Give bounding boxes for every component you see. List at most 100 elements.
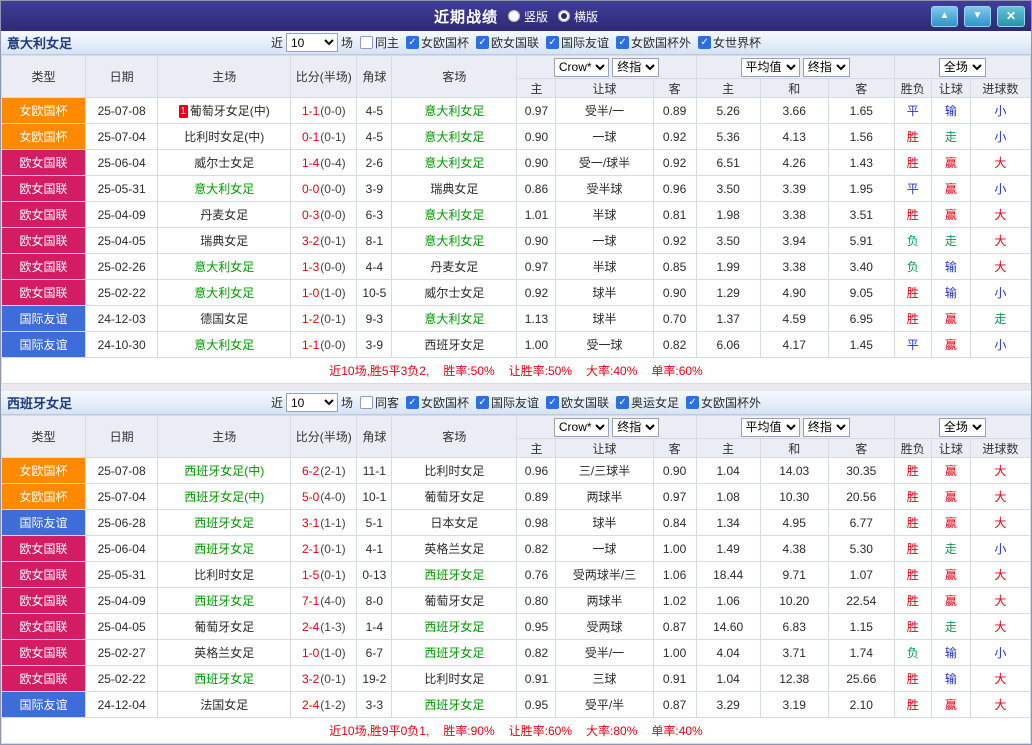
odds-provider-select[interactable]: Crow* [553,57,609,77]
score: 3-1(1-1) [290,509,358,536]
result-wdl: 胜 [893,665,932,692]
result-goals: 小 [969,639,1032,666]
checkbox-icon[interactable]: ✓ [546,396,560,409]
away-team: 意大利女足 [391,97,518,124]
sub-column-header: 让球 [930,438,971,458]
match-date: 25-05-31 [85,561,159,588]
checkbox-icon[interactable]: ✓ [405,36,419,49]
checkbox-icon[interactable]: ✓ [476,396,489,409]
checkbox-icon[interactable]: ✓ [686,396,700,409]
checkbox-icon[interactable]: ✓ [476,36,489,49]
scope-select[interactable]: 全场 [938,57,986,77]
odds-group-header: Crow* 终指 [516,55,697,79]
average-select[interactable]: 平均值 [740,57,800,77]
result-wdl: 胜 [893,483,932,510]
team-label: 西班牙女足 [424,338,485,352]
competition-filter[interactable]: ✓ 国际友谊 [476,394,539,411]
corner-score: 19-2 [356,665,393,692]
competition-filter[interactable]: ✓ 女欧国杯外 [616,34,691,51]
average-select[interactable]: 平均值 [740,417,800,437]
handicap: 球半 [555,509,654,536]
handicap: 一球 [555,227,654,254]
match-row: 女欧国杯 25-07-04 西班牙女足(中) 5-0(4-0) 10-1 葡萄牙… [0,483,1032,510]
column-header: 角球 [356,55,393,98]
result-handicap: 走 [930,123,971,150]
match-row: 欧女国联 25-05-31 比利时女足 1-5(0-1) 0-13 西班牙女足 … [0,561,1032,588]
team-label: 葡萄牙女足 [424,594,485,608]
competition-filter[interactable]: ✓ 国际友谊 [546,34,609,51]
odds-home: 0.90 [516,227,557,254]
match-type-badge: 女欧国杯 [0,123,87,150]
score: 3-2(0-1) [290,227,358,254]
avg-home: 4.04 [695,639,761,666]
away-team: 西班牙女足 [391,561,518,588]
corner-score: 3-3 [356,691,393,718]
checkbox-icon[interactable]: ✓ [616,36,630,49]
match-count-select[interactable]: 10 [285,393,338,412]
filter-bar: 近 10 场 同主 ✓ 女欧国杯 ✓ 欧女国联 ✓ 国际友谊 ✓ 女欧国杯外 ✓ 女世界杯 [271,33,761,52]
results-table: 类型 日期 主场 比分(半场) 角球 客场 Crow* 终指 平均值 终指 全场 主让球客… [0,415,1032,744]
home-team: 比利时女足 [157,561,292,588]
scope-select[interactable]: 全场 [938,417,986,437]
competition-filter[interactable]: ✓ 女世界杯 [698,34,761,51]
close-button[interactable]: ✕ [997,5,1025,27]
match-date: 25-07-08 [85,457,159,484]
home-team: 1 葡萄牙女足(中) [157,97,292,124]
team-label: 英格兰女足 [194,646,255,660]
move-down-button[interactable]: ▼ [964,5,991,27]
competition-filter[interactable]: ✓ 女欧国杯 [405,394,469,411]
checkbox-icon[interactable]: ✓ [698,36,712,49]
match-row: 国际友谊 24-12-04 法国女足 2-4(1-2) 3-3 西班牙女足 0.… [0,691,1032,718]
odds-stage-select[interactable]: 终指 [612,57,660,77]
competition-filter[interactable]: ✓ 欧女国联 [476,34,539,51]
move-up-button[interactable]: ▲ [931,5,958,27]
column-header: 主场 [157,415,292,458]
avg-draw: 3.94 [759,227,829,254]
radio-icon[interactable] [507,10,520,22]
layout-radio-horizontal[interactable]: 横版 [558,8,598,25]
result-handicap: 赢 [930,561,971,588]
home-team: 英格兰女足 [157,639,292,666]
competition-filter[interactable]: ✓ 女欧国杯 [405,34,469,51]
summary-segment: 让胜率:60% [508,724,573,738]
checkbox-icon[interactable]: ✓ [405,396,419,409]
corner-score: 10-5 [356,279,393,306]
avg-away: 1.45 [827,331,895,358]
checkbox-icon[interactable] [359,36,373,49]
corner-score: 11-1 [356,457,393,484]
avg-draw: 6.83 [759,613,829,640]
corner-score: 10-1 [356,483,393,510]
match-row: 欧女国联 25-06-04 西班牙女足 2-1(0-1) 4-1 英格兰女足 0… [0,535,1032,562]
layout-radio-vertical[interactable]: 竖版 [507,8,548,25]
match-row: 欧女国联 25-04-05 瑞典女足 3-2(0-1) 8-1 意大利女足 0.… [0,227,1032,254]
competition-filter[interactable]: ✓ 欧女国联 [546,394,609,411]
home-team: 西班牙女足 [157,587,292,614]
competition-filter[interactable]: ✓ 奥运女足 [616,394,679,411]
radio-icon[interactable] [558,10,570,22]
home-team: 西班牙女足 [157,509,292,536]
avg-draw: 10.30 [759,483,829,510]
average-stage-select[interactable]: 终指 [802,57,850,77]
odds-home: 0.90 [516,123,557,150]
average-stage-select[interactable]: 终指 [802,417,850,437]
score: 1-4(0-4) [290,149,358,176]
odds-stage-select[interactable]: 终指 [612,417,660,437]
column-header: 日期 [85,55,159,98]
match-type-badge: 欧女国联 [0,613,87,640]
competition-filter[interactable]: ✓ 女欧国杯外 [686,394,761,411]
odds-provider-select[interactable]: Crow* [553,417,609,437]
avg-draw: 10.20 [759,587,829,614]
checkbox-icon[interactable]: ✓ [546,36,560,49]
average-group-header: 平均值 终指 [695,415,895,439]
result-wdl: 平 [893,331,932,358]
corner-score: 2-6 [356,149,393,176]
same-venue-filter[interactable]: 同客 [359,394,399,411]
odds-away: 0.97 [652,483,697,510]
match-count-select[interactable]: 10 [285,33,338,52]
home-team: 威尔士女足 [157,149,292,176]
score: 7-1(4-0) [290,587,358,614]
odds-home: 0.76 [516,561,557,588]
checkbox-icon[interactable]: ✓ [616,396,630,409]
same-venue-filter[interactable]: 同主 [359,34,399,51]
checkbox-icon[interactable] [359,396,373,409]
